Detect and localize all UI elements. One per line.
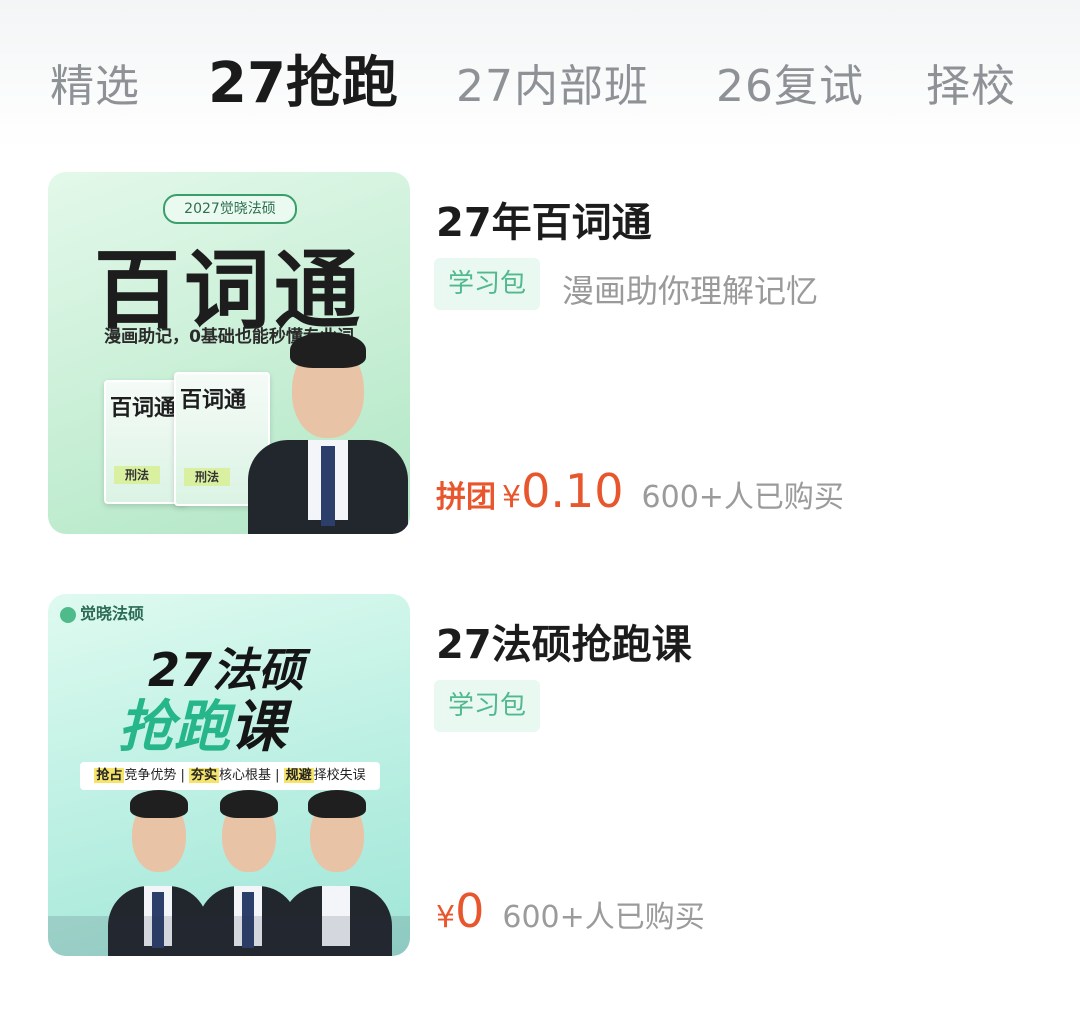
tab-27-early-start[interactable]: 27抢跑: [208, 38, 398, 119]
sold-count: 600+人已购买: [502, 900, 705, 935]
product-tag: 学习包: [434, 258, 541, 310]
product-tag: 学习包: [434, 680, 541, 732]
book-subject: 刑法: [114, 466, 160, 484]
title-rest: 课: [230, 695, 286, 760]
banner-bold-3: 规避: [283, 768, 314, 783]
banner-text-2: 核心根基 |: [219, 768, 284, 783]
banner-text-1: 竞争优势 |: [124, 768, 189, 783]
thumbnail-title-line2: 抢跑课: [118, 682, 286, 763]
sold-count: 600+人已购买: [641, 480, 844, 515]
currency-symbol: ¥: [436, 900, 456, 935]
title-highlight: 抢跑: [118, 695, 230, 760]
book-title: 百词通: [180, 388, 247, 413]
banner-text-3: 择校失误: [313, 768, 366, 783]
currency-symbol: ¥: [502, 480, 522, 515]
product-card[interactable]: 2027觉晓法硕 百词通 漫画助记，0基础也能秒懂专业词 百词通 刑法 百词通 …: [0, 172, 1080, 552]
book-title: 百词通: [110, 396, 177, 421]
tab-school-selection[interactable]: 择校: [926, 50, 1016, 114]
book-subject: 刑法: [184, 468, 230, 486]
logo-text: 觉晓法硕: [80, 604, 145, 623]
thumbnail-bottom-stripe: [48, 916, 410, 956]
thumbnail-banner: 抢占 竞争优势 | 夯实 核心根基 | 规避 择校失误: [80, 762, 380, 790]
product-title[interactable]: 27法硕抢跑课: [436, 612, 692, 670]
product-title[interactable]: 27年百词通: [436, 190, 652, 248]
category-tabs: 精选 27抢跑 27内部班 26复试 择校: [0, 0, 1080, 150]
logo-icon: [60, 606, 76, 623]
tab-featured[interactable]: 精选: [50, 50, 140, 114]
product-card[interactable]: 觉晓法硕 27法硕 抢跑课 抢占 竞争优势 | 夯实 核心根基 | 规避 择校失误: [0, 594, 1080, 974]
price-amount: 0: [455, 884, 485, 938]
group-buy-label: 拼团: [436, 480, 496, 515]
thumbnail-logo: 觉晓法硕: [60, 600, 144, 624]
price-row: 拼团 ¥0.10 600+人已购买: [436, 464, 844, 518]
banner-bold-1: 抢占: [94, 768, 125, 783]
tab-27-internal-class[interactable]: 27内部班: [456, 50, 649, 114]
product-description: 漫画助你理解记忆: [562, 272, 819, 310]
banner-bold-2: 夯实: [188, 768, 219, 783]
product-thumbnail[interactable]: 2027觉晓法硕 百词通 漫画助记，0基础也能秒懂专业词 百词通 刑法 百词通 …: [48, 172, 410, 534]
price-amount: 0.10: [521, 464, 624, 518]
tab-26-retest[interactable]: 26复试: [716, 50, 864, 114]
product-thumbnail[interactable]: 觉晓法硕 27法硕 抢跑课 抢占 竞争优势 | 夯实 核心根基 | 规避 择校失误: [48, 594, 410, 956]
price-row: ¥0 600+人已购买: [436, 884, 705, 938]
